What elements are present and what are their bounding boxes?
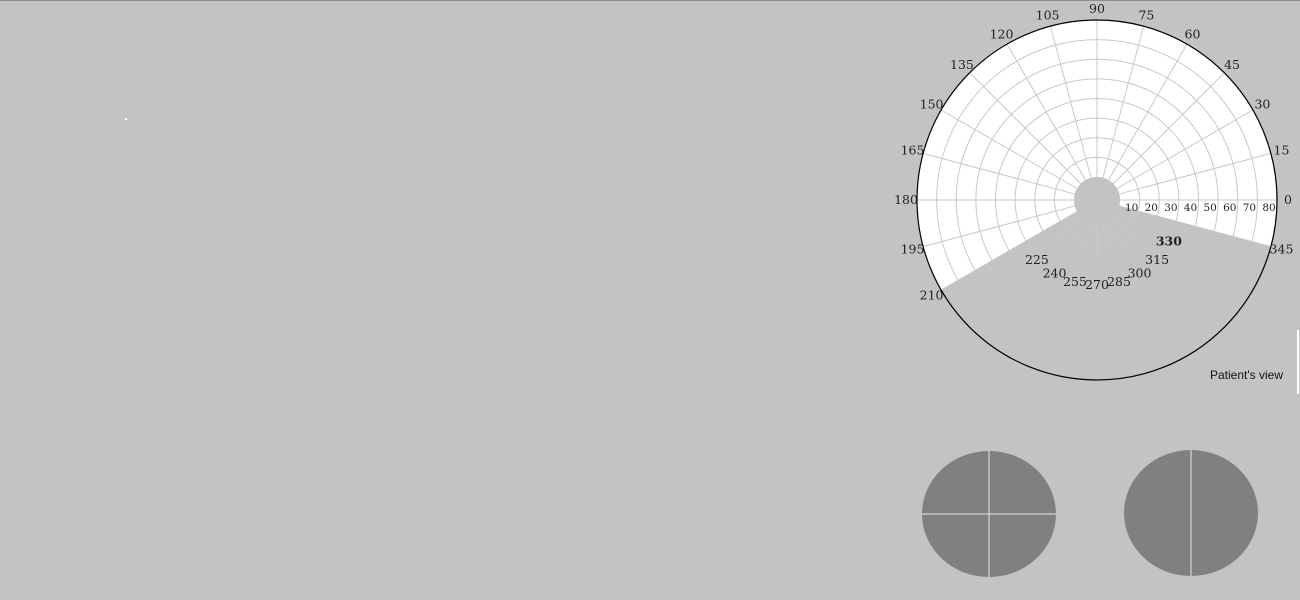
angle-label-180: 180: [894, 192, 918, 207]
radius-label-20: 20: [1145, 202, 1158, 214]
angle-label-60: 60: [1185, 27, 1201, 42]
angle-label-30: 30: [1254, 97, 1270, 112]
angle-label-45: 45: [1224, 57, 1240, 72]
angle-label-270: 270: [1085, 277, 1109, 292]
angle-label-120: 120: [990, 27, 1014, 42]
radius-label-10: 10: [1125, 202, 1138, 214]
angle-label-75: 75: [1138, 8, 1154, 23]
angle-label-150: 150: [920, 97, 944, 112]
angle-label-90: 90: [1089, 1, 1105, 16]
grid-spoke: [1112, 215, 1138, 241]
left-eye: [922, 451, 1056, 577]
eye-indicators: [922, 450, 1258, 577]
grid-spoke: [1081, 222, 1092, 255]
angle-label-105: 105: [1036, 8, 1060, 23]
angle-label-330: 330: [1156, 234, 1182, 249]
radius-label-50: 50: [1203, 202, 1216, 214]
angle-label-255: 255: [1063, 274, 1087, 289]
grid-spoke: [1102, 222, 1113, 255]
angle-label-135: 135: [950, 57, 974, 72]
grid-spoke: [1116, 211, 1147, 229]
angle-label-15: 15: [1274, 143, 1290, 158]
perimetry-stage: 0153045607590105120135150165180195210225…: [894, 1, 1294, 577]
radius-label-40: 40: [1184, 202, 1197, 214]
radius-label-60: 60: [1223, 202, 1236, 214]
grid-spoke: [1068, 219, 1086, 250]
right-eye: [1124, 450, 1258, 576]
angle-label-210: 210: [920, 288, 944, 303]
center-blindspot: [1074, 177, 1120, 223]
angle-label-315: 315: [1145, 252, 1169, 267]
angle-label-345: 345: [1270, 241, 1294, 256]
angle-label-0: 0: [1284, 192, 1292, 207]
angle-label-195: 195: [901, 241, 925, 256]
radius-label-30: 30: [1164, 202, 1177, 214]
perimetry-chart[interactable]: 0153045607590105120135150165180195210225…: [894, 1, 1294, 381]
grid-spoke: [1108, 219, 1126, 250]
radius-label-70: 70: [1243, 202, 1256, 214]
angle-label-300: 300: [1128, 266, 1152, 281]
angle-label-165: 165: [901, 143, 925, 158]
radius-label-80: 80: [1262, 202, 1275, 214]
view-label: Patient's view: [1210, 368, 1283, 382]
